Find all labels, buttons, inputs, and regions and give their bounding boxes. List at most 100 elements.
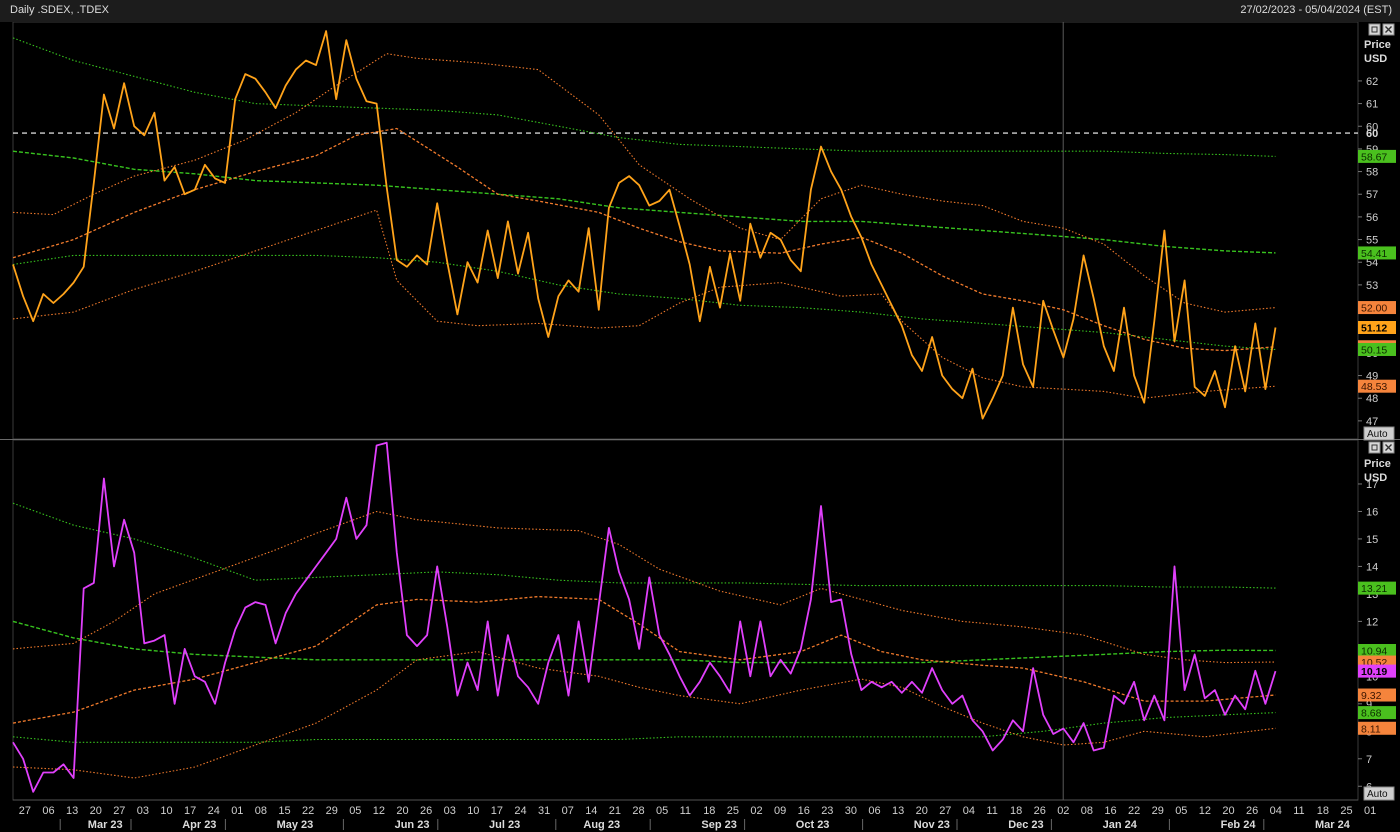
x-day-label: 22	[1128, 805, 1140, 817]
date-range: 27/02/2023 - 05/04/2024 (EST)	[1240, 4, 1392, 16]
x-month-label: Mar 23	[88, 819, 123, 831]
x-day-label: 18	[1010, 805, 1022, 817]
x-month-label: May 23	[277, 819, 314, 831]
tdex-y-tick-label: 16	[1366, 506, 1378, 518]
x-day-label: 03	[444, 805, 456, 817]
x-day-label: 24	[208, 805, 220, 817]
chart-title: Daily .SDEX, .TDEX	[10, 4, 110, 16]
x-month-label: Jun 23	[395, 819, 430, 831]
sdex-y-tick-label: 58	[1366, 167, 1378, 179]
restore-button[interactable]	[1368, 23, 1381, 36]
x-day-label: 20	[916, 805, 928, 817]
x-day-label: 11	[680, 805, 691, 817]
x-month-label: Jul 23	[489, 819, 520, 831]
x-day-label: 02	[750, 805, 762, 817]
x-day-label: 24	[514, 805, 526, 817]
tdex-value-tag-label: 13.21	[1361, 583, 1387, 595]
chart-area[interactable]: 474849505152535455565758596061626058.675…	[0, 22, 1400, 832]
x-day-label: 01	[231, 805, 243, 817]
x-day-label: 18	[1317, 805, 1329, 817]
x-day-label: 02	[1057, 805, 1069, 817]
x-day-label: 05	[656, 805, 668, 817]
x-day-label: 16	[798, 805, 810, 817]
x-day-label: 31	[538, 805, 550, 817]
sdex-value-tag-label: 48.53	[1361, 381, 1387, 393]
x-month-label: Feb 24	[1221, 819, 1257, 831]
restore-button[interactable]	[1368, 441, 1381, 454]
tdex-value-tag-label: 8.11	[1361, 723, 1381, 735]
x-day-label: 25	[727, 805, 739, 817]
x-day-label: 26	[1034, 805, 1046, 817]
sdex-y-tick-label: 57	[1366, 189, 1378, 201]
tdex-auto-label: Auto	[1367, 789, 1388, 800]
sdex-y-tick-label: 62	[1366, 76, 1378, 88]
x-day-label: 08	[255, 805, 267, 817]
sdex-value-tag-label: 51.12	[1361, 322, 1387, 334]
x-day-label: 12	[1199, 805, 1211, 817]
x-month-label: Jan 24	[1103, 819, 1138, 831]
x-day-label: 25	[1340, 805, 1352, 817]
x-day-label: 01	[1364, 805, 1376, 817]
title-bar: Daily .SDEX, .TDEX 27/02/2023 - 05/04/20…	[0, 0, 1400, 23]
x-day-label: 29	[1152, 805, 1164, 817]
sdex-y-tick-label: 48	[1366, 393, 1378, 405]
x-day-label: 20	[90, 805, 102, 817]
sdex-y-tick-label: 55	[1366, 235, 1378, 247]
x-month-label: Dec 23	[1008, 819, 1043, 831]
x-day-label: 11	[1293, 805, 1304, 817]
sdex-unit-label: Price	[1364, 39, 1391, 51]
x-day-label: 04	[1270, 805, 1282, 817]
tdex-y-tick-label: 15	[1366, 534, 1378, 546]
x-day-label: 26	[420, 805, 432, 817]
x-day-label: 03	[137, 805, 149, 817]
sdex-value-tag-label: 50.15	[1361, 344, 1387, 356]
x-day-label: 17	[491, 805, 503, 817]
x-month-label: Apr 23	[182, 819, 216, 831]
x-day-label: 15	[278, 805, 290, 817]
x-day-label: 22	[302, 805, 314, 817]
sdex-y-tick-label: 47	[1366, 416, 1378, 428]
sdex-reference-label: 60	[1366, 128, 1378, 140]
x-day-label: 09	[774, 805, 786, 817]
x-day-label: 18	[703, 805, 715, 817]
x-day-label: 20	[1222, 805, 1234, 817]
x-day-label: 20	[396, 805, 408, 817]
tdex-value-tag-label: 8.68	[1361, 708, 1382, 720]
x-day-label: 17	[184, 805, 196, 817]
x-day-label: 12	[373, 805, 385, 817]
x-day-label: 23	[821, 805, 833, 817]
tdex-currency-label: USD	[1364, 472, 1387, 484]
x-day-label: 10	[160, 805, 172, 817]
x-day-label: 27	[939, 805, 951, 817]
x-day-label: 10	[467, 805, 479, 817]
x-day-label: 05	[1175, 805, 1187, 817]
x-month-label: Oct 23	[796, 819, 830, 831]
chart-background	[0, 22, 1400, 832]
tdex-value-tag-label: 9.32	[1361, 690, 1382, 702]
tdex-y-tick-label: 12	[1366, 616, 1378, 628]
tdex-y-tick-label: 7	[1366, 754, 1372, 766]
x-day-label: 27	[113, 805, 125, 817]
sdex-y-tick-label: 53	[1366, 280, 1378, 292]
x-day-label: 14	[585, 805, 597, 817]
sdex-currency-label: USD	[1364, 53, 1387, 65]
x-day-label: 04	[963, 805, 975, 817]
x-day-label: 30	[845, 805, 857, 817]
x-month-label: Sep 23	[701, 819, 736, 831]
x-day-label: 13	[66, 805, 78, 817]
x-day-label: 11	[986, 805, 997, 817]
x-day-label: 28	[632, 805, 644, 817]
sdex-value-tag-label: 58.67	[1361, 151, 1387, 163]
tdex-value-tag-label: 10.19	[1361, 666, 1387, 678]
x-day-label: 26	[1246, 805, 1258, 817]
sdex-value-tag-label: 52.00	[1361, 303, 1387, 315]
x-day-label: 16	[1104, 805, 1116, 817]
x-day-label: 06	[868, 805, 880, 817]
x-day-label: 27	[19, 805, 31, 817]
tdex-unit-label: Price	[1364, 458, 1391, 470]
sdex-y-tick-label: 61	[1366, 99, 1378, 111]
x-day-label: 13	[892, 805, 904, 817]
tdex-y-tick-label: 14	[1366, 561, 1378, 573]
sdex-y-tick-label: 56	[1366, 212, 1378, 224]
sdex-auto-label: Auto	[1367, 429, 1388, 440]
